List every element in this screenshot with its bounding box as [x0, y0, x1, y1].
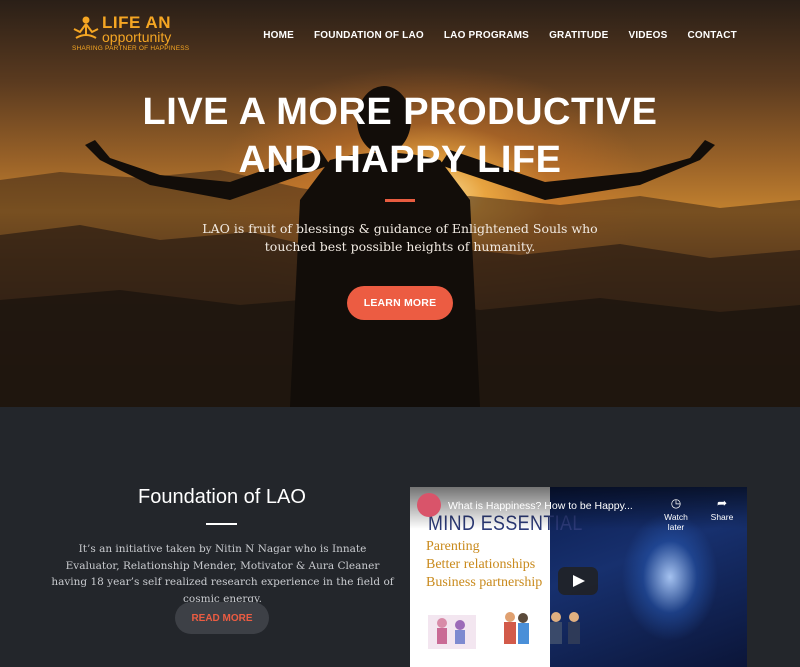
- nav-item-foundation[interactable]: FOUNDATION OF LAO: [314, 30, 424, 41]
- video-title[interactable]: What is Happiness? How to be Happy...: [448, 500, 633, 512]
- share-label: Share: [710, 512, 734, 522]
- hero-divider: [385, 199, 415, 202]
- learn-more-button[interactable]: LEARN MORE: [347, 286, 453, 320]
- watch-later-label: Watch later: [664, 512, 688, 532]
- foundation-text: It’s an initiative taken by Nitin N Naga…: [51, 543, 394, 605]
- watch-later-button[interactable]: ◷ Watch later: [656, 496, 696, 532]
- hero-title: LIVE A MORE PRODUCTIVE AND HAPPY LIFE: [0, 88, 800, 184]
- share-button[interactable]: ➦ Share: [702, 496, 742, 522]
- nav-item-gratitude[interactable]: GRATITUDE: [549, 30, 608, 41]
- hero-background-image: [0, 86, 800, 407]
- play-button[interactable]: [558, 567, 598, 595]
- nav-item-contact[interactable]: CONTACT: [687, 30, 737, 41]
- foundation-divider: [206, 523, 237, 525]
- main-nav: HOME FOUNDATION OF LAO LAO PROGRAMS GRAT…: [263, 30, 737, 41]
- hero-banner: LIFE AN opportunity SHARING PARTNER OF H…: [0, 0, 800, 407]
- video-bullet: Parenting: [426, 539, 480, 554]
- nav-item-programs[interactable]: LAO PROGRAMS: [444, 30, 529, 41]
- video-bullet: Business partnership: [426, 575, 543, 590]
- logo-line2: opportunity: [102, 29, 172, 45]
- hero-title-line1: LIVE A MORE PRODUCTIVE: [142, 91, 658, 133]
- nav-item-videos[interactable]: VIDEOS: [628, 30, 667, 41]
- meditation-logo-icon: [73, 16, 99, 39]
- video-bullet: Better relationships: [426, 557, 536, 572]
- hero-subtitle: LAO is fruit of blessings & guidance of …: [202, 221, 598, 254]
- share-icon: ➦: [716, 496, 728, 510]
- clock-icon: ◷: [670, 496, 682, 510]
- channel-avatar[interactable]: [417, 493, 441, 517]
- video-embed[interactable]: MIND ESSENTIAL Parenting Better relation…: [410, 487, 747, 667]
- site-logo[interactable]: LIFE AN opportunity SHARING PARTNER OF H…: [72, 13, 192, 56]
- logo-tagline: SHARING PARTNER OF HAPPINESS: [72, 45, 190, 52]
- hero-title-line2: AND HAPPY LIFE: [238, 139, 562, 181]
- nav-item-home[interactable]: HOME: [263, 30, 294, 41]
- read-more-button[interactable]: READ MORE: [175, 602, 269, 634]
- people-illustration: [428, 612, 580, 649]
- foundation-title: Foundation of LAO: [138, 486, 306, 508]
